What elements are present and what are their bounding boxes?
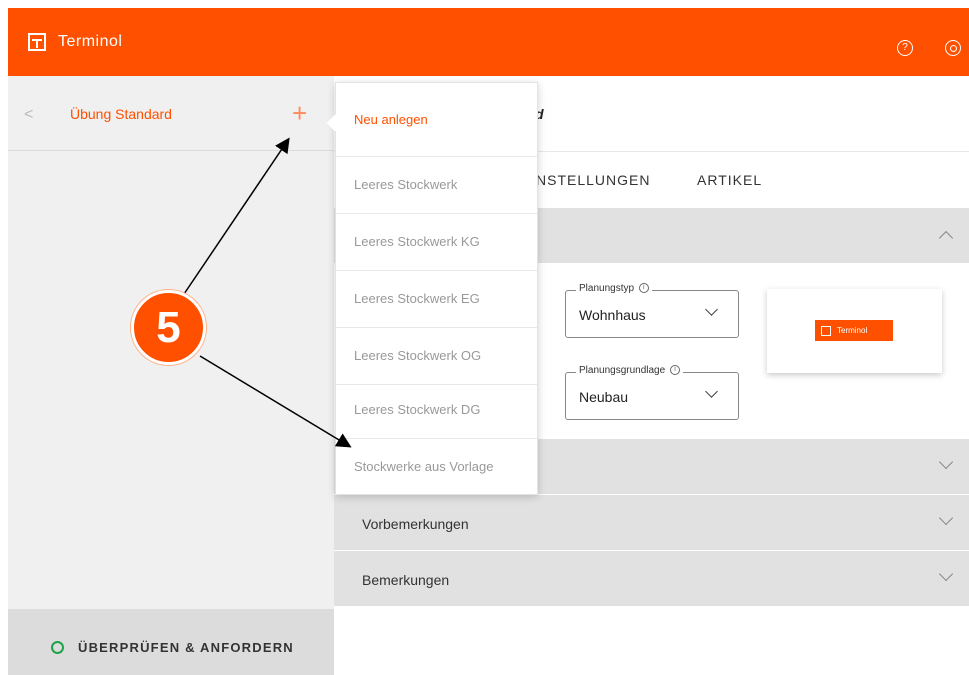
chevron-down-icon[interactable] bbox=[938, 566, 954, 582]
chevron-down-icon[interactable] bbox=[938, 510, 954, 526]
planning-type-select[interactable]: Planungstyp i Wohnhaus bbox=[565, 283, 739, 338]
accordion-remarks[interactable]: Bemerkungen bbox=[334, 551, 969, 606]
brand-logo[interactable]: Terminol bbox=[28, 30, 122, 54]
accordion-preliminary-remarks[interactable]: Vorbemerkungen bbox=[334, 495, 969, 550]
sidebar: < Übung Standard + ÜBERPRÜFEN & ANFORDER… bbox=[8, 76, 334, 675]
add-floor-dropdown: Neu anlegen Leeres Stockwerk Leeres Stoc… bbox=[335, 82, 538, 495]
terminol-logo-icon bbox=[28, 33, 46, 51]
annotation-badge: 5 bbox=[131, 290, 206, 365]
menu-item-empty-floor-og[interactable]: Leeres Stockwerk OG bbox=[336, 328, 537, 385]
planning-type-value: Wohnhaus bbox=[579, 307, 646, 323]
help-icon[interactable]: ? bbox=[897, 40, 913, 56]
chevron-down-icon bbox=[705, 303, 718, 316]
tab-articles[interactable]: ARTIKEL bbox=[697, 172, 762, 188]
menu-item-new[interactable]: Neu anlegen bbox=[336, 83, 537, 157]
top-bar: Terminol ? bbox=[8, 8, 969, 76]
accordion-label: Bemerkungen bbox=[362, 572, 450, 588]
info-icon[interactable]: i bbox=[638, 283, 649, 294]
status-circle-icon bbox=[51, 641, 64, 654]
tab-settings[interactable]: NSTELLUNGEN bbox=[536, 172, 650, 188]
chevron-down-icon[interactable] bbox=[938, 454, 954, 470]
logo-preview-card[interactable]: Terminol bbox=[767, 289, 942, 373]
plus-icon[interactable]: + bbox=[292, 98, 307, 128]
planning-basis-value: Neubau bbox=[579, 389, 629, 405]
chevron-left-icon[interactable]: < bbox=[24, 106, 33, 124]
review-request-label: ÜBERPRÜFEN & ANFORDERN bbox=[78, 640, 294, 655]
brand-name: Terminol bbox=[58, 33, 123, 50]
menu-item-from-template[interactable]: Stockwerke aus Vorlage bbox=[336, 439, 537, 496]
chevron-down-icon bbox=[705, 385, 718, 398]
accordion-label: Vorbemerkungen bbox=[362, 516, 469, 532]
menu-item-empty-floor-eg[interactable]: Leeres Stockwerk EG bbox=[336, 271, 537, 328]
info-icon[interactable]: i bbox=[669, 365, 680, 376]
menu-item-empty-floor-dg[interactable]: Leeres Stockwerk DG bbox=[336, 382, 537, 439]
planning-basis-select[interactable]: Planungsgrundlage i Neubau bbox=[565, 365, 739, 420]
project-name[interactable]: Übung Standard bbox=[70, 106, 172, 122]
menu-item-empty-floor[interactable]: Leeres Stockwerk bbox=[336, 157, 537, 214]
review-request-button[interactable]: ÜBERPRÜFEN & ANFORDERN bbox=[8, 609, 334, 675]
settings-icon[interactable] bbox=[945, 40, 961, 56]
chevron-up-icon[interactable] bbox=[938, 230, 954, 246]
preview-logo-text: Terminol bbox=[837, 326, 868, 335]
terminol-logo-icon bbox=[821, 325, 831, 336]
planning-basis-label: Planungsgrundlage i bbox=[576, 365, 683, 376]
menu-item-empty-floor-kg[interactable]: Leeres Stockwerk KG bbox=[336, 214, 537, 271]
planning-type-label: Planungstyp i bbox=[576, 283, 652, 294]
sidebar-header: < Übung Standard + bbox=[8, 76, 334, 151]
preview-logo: Terminol bbox=[815, 320, 893, 341]
